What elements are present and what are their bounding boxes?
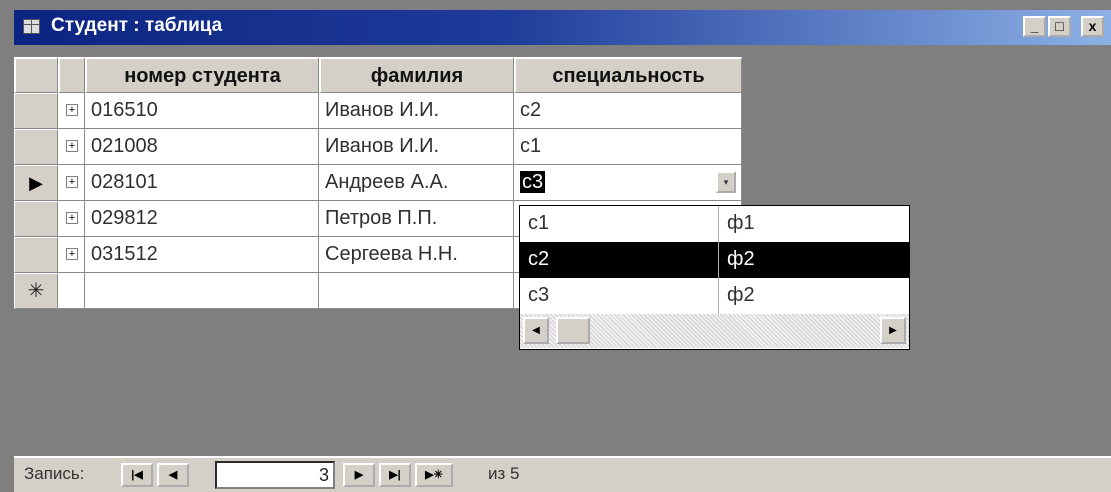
specialty-cell[interactable]: c1 (514, 129, 742, 165)
surname-cell[interactable]: Петров П.П. (319, 201, 514, 237)
dropdown-option[interactable]: c1 ф1 (520, 206, 909, 242)
surname-cell[interactable]: Иванов И.И. (319, 129, 514, 165)
expand-cell[interactable]: + (58, 237, 85, 273)
minimize-button[interactable]: _ (1023, 16, 1046, 37)
option-name[interactable]: ф1 (719, 206, 909, 242)
specialty-cell[interactable]: c2 (514, 93, 742, 129)
previous-record-icon[interactable]: ◀ (157, 463, 189, 487)
row-selector[interactable] (14, 93, 58, 129)
scrollbar-thumb[interactable] (556, 317, 590, 344)
option-code[interactable]: c3 (520, 278, 719, 314)
expand-cell[interactable]: + (58, 129, 85, 165)
option-code[interactable]: c1 (520, 206, 719, 242)
expand-icon[interactable]: + (66, 176, 78, 188)
column-header-number[interactable]: номер студента (85, 57, 319, 93)
window-title: Студент : таблица (51, 15, 223, 36)
specialty-combobox[interactable]: c3 ▾ (514, 165, 742, 201)
first-record-icon[interactable]: |◀ (121, 463, 153, 487)
record-label: Запись: (24, 464, 85, 483)
close-button[interactable]: x (1081, 16, 1104, 37)
dropdown-arrow-icon[interactable]: ▾ (716, 171, 736, 193)
number-cell[interactable]: 016510 (85, 93, 319, 129)
surname-cell[interactable]: Иванов И.И. (319, 93, 514, 129)
current-record-input[interactable]: 3 (215, 461, 335, 489)
current-record-indicator-icon[interactable]: ▶ (14, 165, 58, 201)
scroll-right-icon[interactable]: ▶ (880, 317, 906, 344)
row-selector[interactable] (14, 129, 58, 165)
dropdown-option-selected[interactable]: c2 ф2 (520, 242, 909, 278)
expand-cell[interactable]: + (58, 201, 85, 237)
dropdown-option[interactable]: c3 ф2 (520, 278, 909, 314)
scroll-left-icon[interactable]: ◀ (523, 317, 549, 344)
record-count-text: из 5 (488, 464, 520, 483)
expand-icon[interactable]: + (66, 140, 78, 152)
surname-cell[interactable]: Сергеева Н.Н. (319, 237, 514, 273)
number-cell[interactable] (85, 273, 319, 309)
expand-cell[interactable]: + (58, 93, 85, 129)
last-record-icon[interactable]: ▶| (379, 463, 411, 487)
number-cell[interactable]: 031512 (85, 237, 319, 273)
expand-cell (58, 273, 85, 309)
record-navigation-bar: Запись: |◀ ◀ 3 ▶ ▶| ▶✳ из 5 (14, 456, 1111, 492)
number-cell[interactable]: 028101 (85, 165, 319, 201)
number-cell[interactable]: 029812 (85, 201, 319, 237)
select-all-corner[interactable] (14, 57, 58, 93)
next-record-icon[interactable]: ▶ (343, 463, 375, 487)
option-name[interactable]: ф2 (719, 278, 909, 314)
option-code[interactable]: c2 (520, 242, 719, 278)
title-bar[interactable]: Студент : таблица _ □ x (14, 10, 1111, 45)
specialty-dropdown-list[interactable]: c1 ф1 c2 ф2 c3 ф2 ◀ ▶ (519, 205, 910, 350)
row-selector[interactable] (14, 201, 58, 237)
expand-icon[interactable]: + (66, 212, 78, 224)
maximize-button[interactable]: □ (1048, 16, 1071, 37)
number-cell[interactable]: 021008 (85, 129, 319, 165)
table-icon (23, 19, 40, 34)
expand-icon[interactable]: + (66, 104, 78, 116)
expand-cell[interactable]: + (58, 165, 85, 201)
row-selector[interactable] (14, 237, 58, 273)
horizontal-scrollbar[interactable]: ◀ ▶ (520, 314, 909, 348)
new-record-asterisk-icon[interactable]: ✳ (14, 273, 58, 309)
column-header-surname[interactable]: фамилия (319, 57, 514, 93)
column-header-specialty[interactable]: специальность (514, 57, 742, 93)
surname-cell[interactable]: Андреев А.А. (319, 165, 514, 201)
option-name[interactable]: ф2 (719, 242, 909, 278)
specialty-combobox-value[interactable]: c3 (520, 171, 546, 193)
datasheet-window: Студент : таблица _ □ x номер студента ф… (0, 0, 1111, 492)
expand-column-header (58, 57, 85, 93)
new-record-icon[interactable]: ▶✳ (415, 463, 453, 487)
surname-cell[interactable] (319, 273, 514, 309)
expand-icon[interactable]: + (66, 248, 78, 260)
